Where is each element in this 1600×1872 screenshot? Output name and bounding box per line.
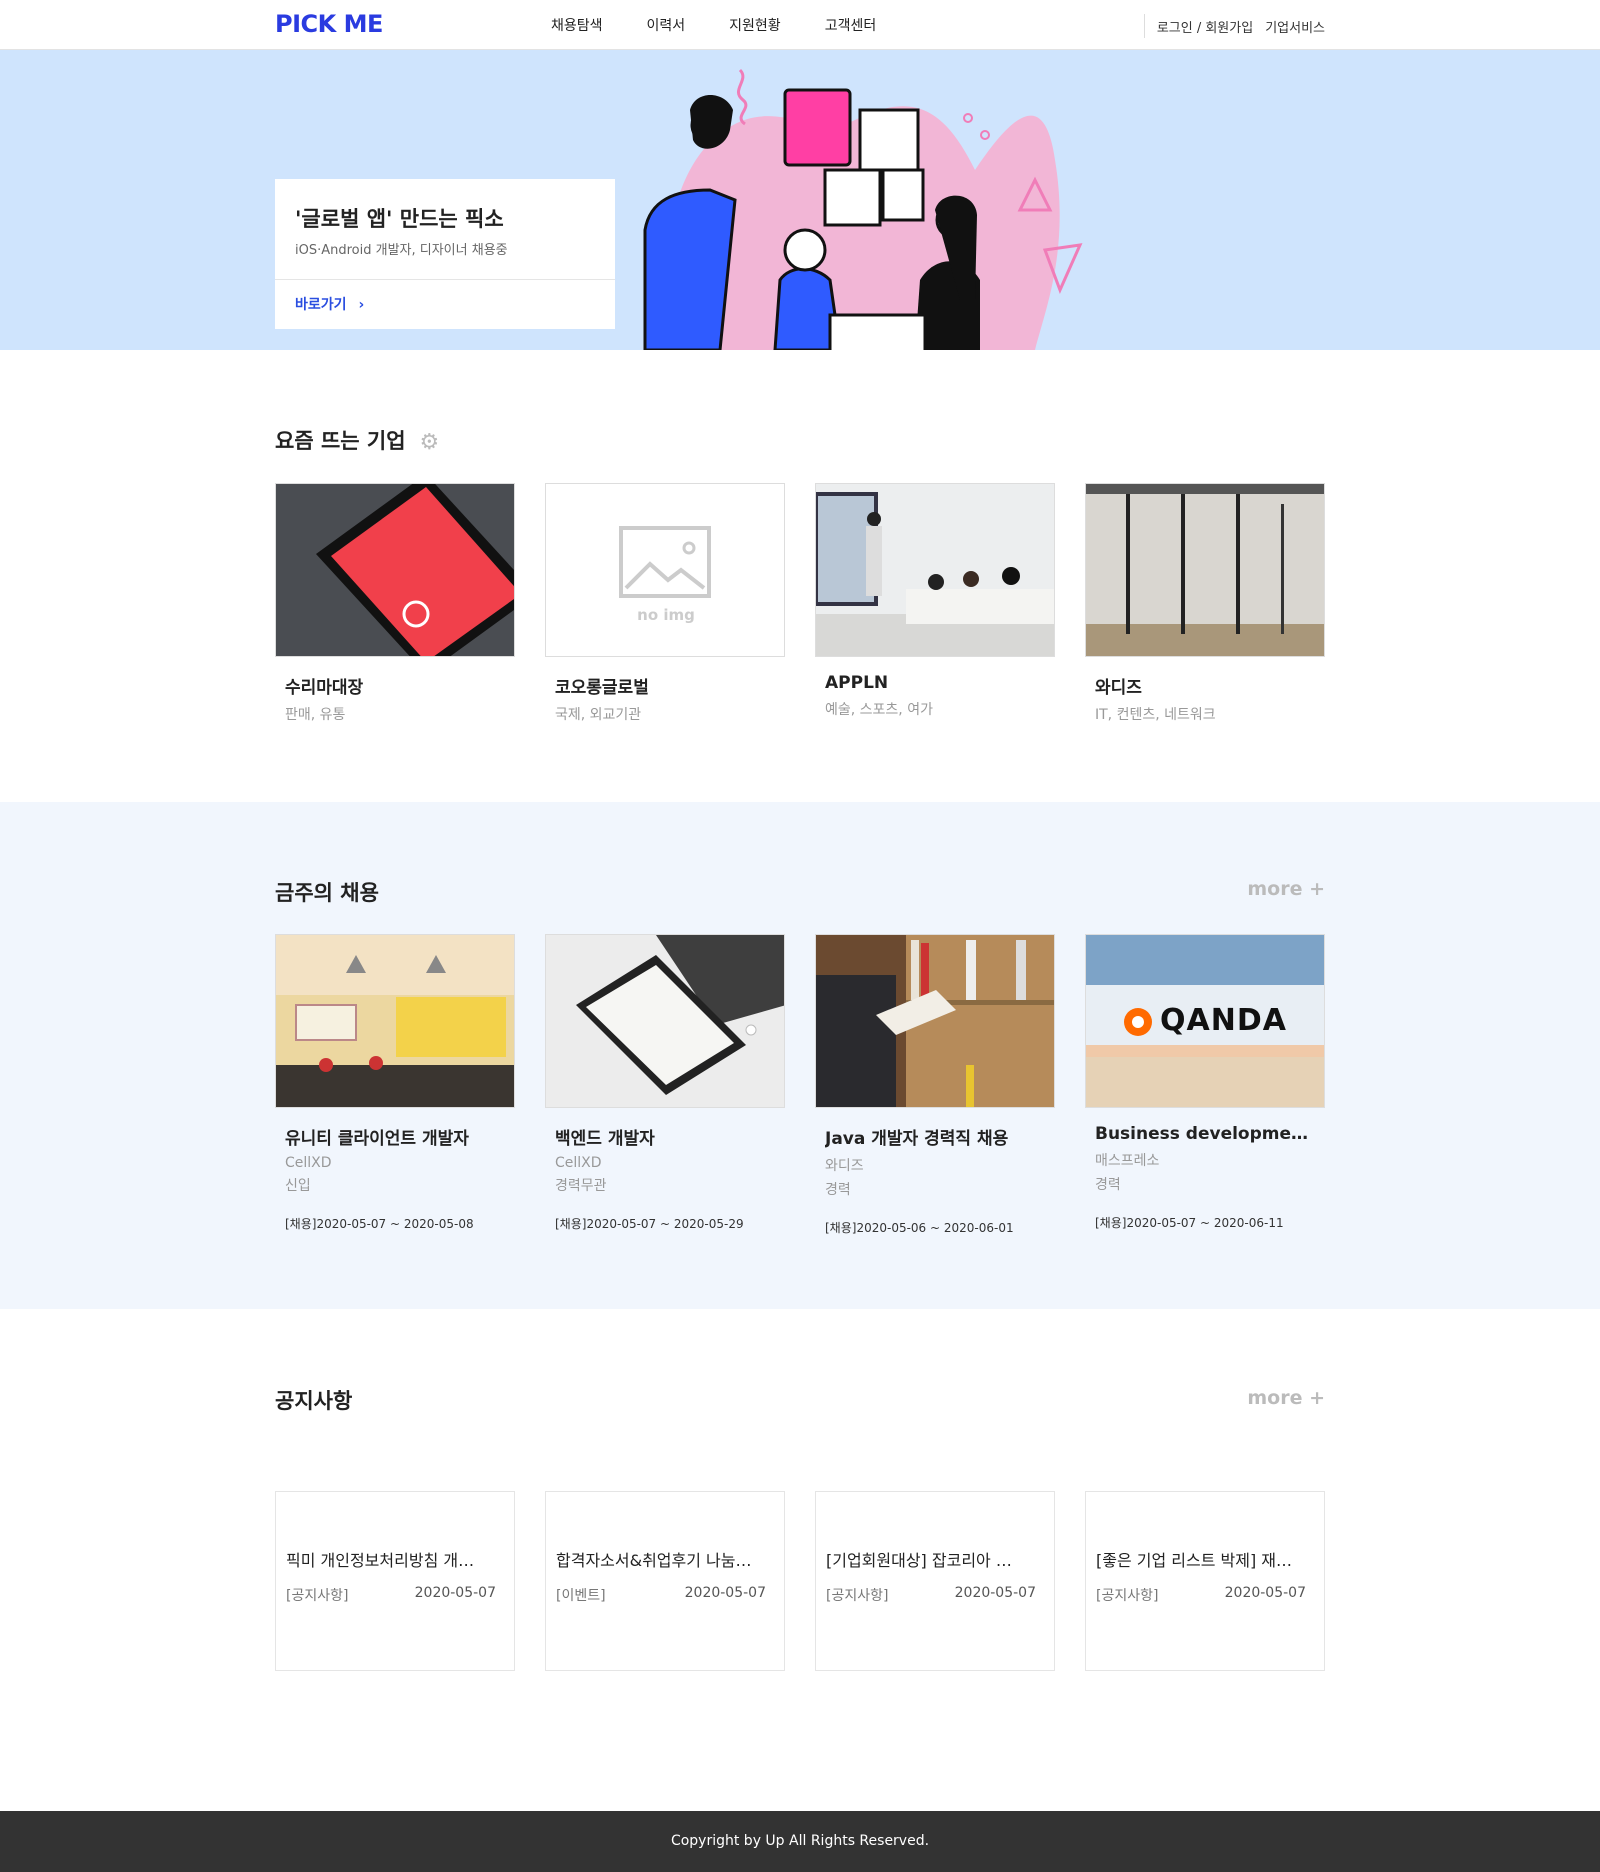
job-period: [채용]2020-05-07 ~ 2020-05-29	[555, 1217, 744, 1231]
notice-title: 합격자소서&취업후기 나눔…	[556, 1551, 752, 1570]
job-card[interactable]: Java 개발자 경력직 채용 와디즈 경력 [채용]2020-05-06 ~ …	[815, 934, 1055, 1236]
notice-date: 2020-05-07	[414, 1585, 496, 1601]
notice-card[interactable]: 합격자소서&취업후기 나눔… [이벤트] 2020-05-07	[545, 1491, 785, 1671]
job-career: 신입	[285, 1178, 311, 1194]
bookshelf-image	[816, 935, 1054, 1107]
job-title: Java 개발자 경력직 채용	[825, 1129, 1009, 1149]
job-thumbnail	[545, 934, 785, 1108]
company-service-link[interactable]: 기업서비스	[1265, 17, 1325, 36]
notice-card[interactable]: [기업회원대상] 잡코리아 … [공지사항] 2020-05-07	[815, 1491, 1055, 1671]
company-category: 예술, 스포츠, 여가	[825, 702, 933, 718]
hero-go-label: 바로가기	[295, 297, 347, 313]
notice-title: 픽미 개인정보처리방침 개…	[286, 1551, 475, 1570]
job-career: 경력	[1095, 1177, 1121, 1193]
company-name: APPLN	[825, 673, 889, 693]
job-thumbnail	[275, 934, 515, 1108]
notice-date: 2020-05-07	[1224, 1585, 1306, 1601]
job-thumbnail	[815, 934, 1055, 1108]
nav-item-resume[interactable]: 이력서	[647, 15, 686, 35]
job-period: [채용]2020-05-06 ~ 2020-06-01	[825, 1221, 1014, 1235]
cafe-interior-image	[276, 935, 514, 1107]
notice-list: 픽미 개인정보처리방침 개… [공지사항] 2020-05-07 합격자소서&취…	[275, 1491, 1325, 1671]
job-title: 유니티 클라이언트 개발자	[285, 1129, 469, 1149]
company-name: 와디즈	[1095, 678, 1142, 698]
notice-date: 2020-05-07	[684, 1585, 766, 1601]
notice-section-title: 공지사항	[275, 1389, 353, 1413]
company-card[interactable]: APPLN 예술, 스포츠, 여가	[815, 483, 1055, 724]
copyright-text: Copyright by Up All Rights Reserved.	[670, 1833, 930, 1849]
job-title: Business development …	[1095, 1124, 1315, 1144]
hero-banner: '글로벌 앱' 만드는 픽소 iOS·Android 개발자, 디자이너 채용중…	[0, 50, 1600, 350]
company-card[interactable]: 와디즈 IT, 컨텐츠, 네트워크	[1085, 483, 1325, 724]
notice-category: [공지사항]	[286, 1588, 349, 1604]
phone-keyboard-image	[546, 935, 784, 1107]
job-career: 경력무관	[555, 1178, 607, 1194]
header-actions: 로그인 / 회원가입 기업서비스	[1143, 14, 1325, 38]
notice-category: [공지사항]	[1096, 1588, 1159, 1604]
notice-date: 2020-05-07	[954, 1585, 1036, 1601]
weekly-section-title: 금주의 채용	[275, 881, 379, 905]
site-footer: Copyright by Up All Rights Reserved.	[0, 1811, 1600, 1872]
weekly-more-link[interactable]: more +	[1247, 878, 1325, 900]
no-image-label: no img	[637, 606, 695, 624]
site-header: PICK ME 채용탐색 이력서 지원현황 고객센터 로그인 / 회원가입 기업…	[0, 0, 1600, 50]
job-card[interactable]: 백엔드 개발자 CellXD 경력무관 [채용]2020-05-07 ~ 202…	[545, 934, 785, 1236]
trending-title-text: 요즘 뜨는 기업	[275, 429, 406, 453]
qanda-logo-text: QANDA	[1160, 1003, 1287, 1038]
gear-icon[interactable]: ⚙	[420, 430, 440, 455]
nav-item-customer-center[interactable]: 고객센터	[825, 15, 877, 35]
hero-go-link[interactable]: 바로가기 ›	[295, 294, 364, 314]
company-name: 수리마대장	[285, 678, 364, 698]
job-title: 백엔드 개발자	[555, 1129, 655, 1149]
no-image-icon	[619, 526, 711, 598]
notice-title: [좋은 기업 리스트 박제] 재…	[1096, 1551, 1293, 1570]
notice-category: [이벤트]	[556, 1588, 606, 1604]
job-company: CellXD	[555, 1155, 602, 1171]
glass-office-image	[1086, 484, 1324, 656]
logo[interactable]: PICK ME	[275, 10, 383, 38]
job-period: [채용]2020-05-07 ~ 2020-06-11	[1095, 1216, 1284, 1230]
job-company: CellXD	[285, 1155, 332, 1171]
job-career: 경력	[825, 1182, 851, 1198]
company-card[interactable]: 수리마대장 판매, 유통	[275, 483, 515, 724]
company-category: 판매, 유통	[285, 707, 346, 723]
nav-item-application-status[interactable]: 지원현황	[729, 15, 781, 35]
notice-more-link[interactable]: more +	[1247, 1387, 1325, 1409]
job-card[interactable]: QANDA Business development … 매스프레소 경력 [채…	[1085, 934, 1325, 1236]
header-divider	[1143, 14, 1145, 38]
weekly-job-list: 유니티 클라이언트 개발자 CellXD 신입 [채용]2020-05-07 ~…	[275, 934, 1325, 1236]
notice-card[interactable]: 픽미 개인정보처리방침 개… [공지사항] 2020-05-07	[275, 1491, 515, 1671]
company-thumbnail	[275, 483, 515, 657]
hero-divider	[275, 279, 615, 280]
login-link[interactable]: 로그인 / 회원가입	[1157, 17, 1253, 36]
job-period: [채용]2020-05-07 ~ 2020-05-08	[285, 1217, 474, 1231]
notice-title: [기업회원대상] 잡코리아 …	[826, 1551, 1012, 1570]
job-card[interactable]: 유니티 클라이언트 개발자 CellXD 신입 [채용]2020-05-07 ~…	[275, 934, 515, 1236]
company-name: 코오롱글로벌	[555, 678, 649, 698]
company-thumbnail	[1085, 483, 1325, 657]
office-people-image	[816, 484, 1054, 656]
trending-section-title: 요즘 뜨는 기업 ⚙	[275, 425, 439, 455]
job-company: 와디즈	[825, 1158, 864, 1174]
company-thumbnail: no img	[545, 483, 785, 657]
chevron-right-icon: ›	[358, 297, 365, 313]
puzzle-team-illustration	[643, 68, 1083, 350]
job-thumbnail: QANDA	[1085, 934, 1325, 1108]
phone-app-image	[276, 484, 514, 656]
company-thumbnail	[815, 483, 1055, 657]
company-category: 국제, 외교기관	[555, 707, 642, 723]
notice-card[interactable]: [좋은 기업 리스트 박제] 재… [공지사항] 2020-05-07	[1085, 1491, 1325, 1671]
nav-item-job-search[interactable]: 채용탐색	[551, 15, 603, 35]
trending-company-list: 수리마대장 판매, 유통 no img 코오롱글로벌 국제, 외교기관 APPL…	[275, 483, 1325, 724]
main-nav: 채용탐색 이력서 지원현황 고객센터	[551, 15, 920, 35]
company-card[interactable]: no img 코오롱글로벌 국제, 외교기관	[545, 483, 785, 724]
company-category: IT, 컨텐츠, 네트워크	[1095, 707, 1216, 723]
job-company: 매스프레소	[1095, 1153, 1160, 1169]
notice-category: [공지사항]	[826, 1588, 889, 1604]
hero-title: '글로벌 앱' 만드는 픽소	[295, 207, 504, 231]
hero-card: '글로벌 앱' 만드는 픽소 iOS·Android 개발자, 디자이너 채용중…	[275, 179, 615, 329]
hero-subtitle: iOS·Android 개발자, 디자이너 채용중	[295, 243, 508, 258]
